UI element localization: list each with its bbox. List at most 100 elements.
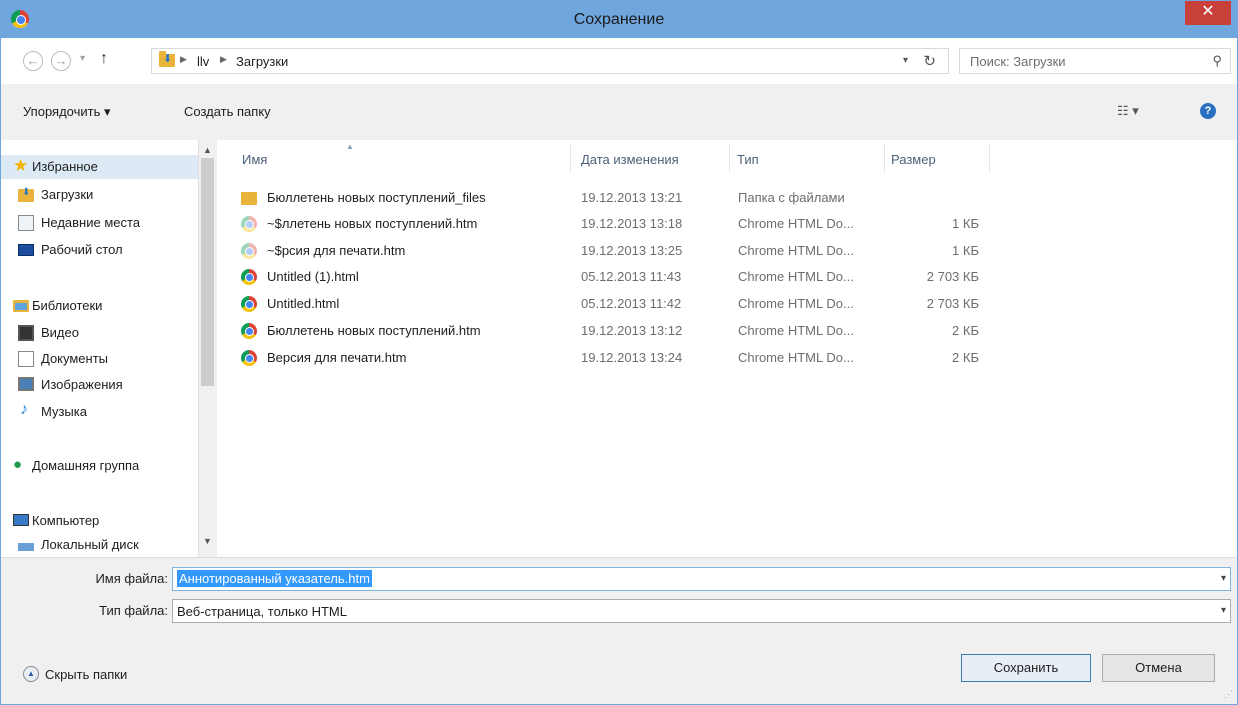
chrome-icon — [241, 296, 257, 312]
nav-item-video[interactable]: Видео — [1, 321, 198, 345]
file-type: Папка с файлами — [738, 190, 845, 205]
nav-item-favorites[interactable]: ★ Избранное — [1, 155, 198, 179]
view-options-icon[interactable]: ☷ ▾ — [1117, 103, 1139, 119]
navigation-scrollbar[interactable]: ▲ ▼ — [198, 140, 216, 557]
file-date: 19.12.2013 13:21 — [581, 190, 683, 205]
breadcrumb-item-downloads[interactable]: Загрузки — [236, 54, 288, 69]
file-list: ▲ Имя Дата изменения Тип Размер Бюллетен… — [217, 140, 1237, 557]
resize-grip-icon[interactable]: ⋰ — [1224, 689, 1233, 700]
file-size: 2 703 КБ — [926, 269, 979, 284]
column-header-type[interactable]: Тип — [737, 152, 759, 167]
cancel-button[interactable]: Отмена — [1102, 654, 1215, 682]
column-divider[interactable] — [729, 144, 730, 172]
nav-item-label: Избранное — [32, 159, 98, 174]
file-type: Chrome HTML Do... — [738, 243, 854, 258]
new-folder-button[interactable]: Создать папку — [184, 104, 271, 119]
save-options-panel: Имя файла: Аннотированный указатель.htm … — [1, 557, 1237, 704]
file-name: Версия для печати.htm — [267, 350, 407, 365]
save-button[interactable]: Сохранить — [961, 654, 1091, 682]
file-name: ~$ллетень новых поступлений.htm — [267, 216, 478, 231]
nav-item-pictures[interactable]: Изображения — [1, 373, 198, 397]
hide-folders-label[interactable]: Скрыть папки — [45, 667, 127, 682]
filetype-label: Тип файла: — [99, 603, 168, 618]
table-row[interactable]: ~$ллетень новых поступлений.htm 19.12.20… — [239, 212, 999, 236]
table-row[interactable]: Untitled.html 05.12.2013 11:42 Chrome HT… — [239, 292, 999, 316]
table-row[interactable]: ~$рсия для печати.htm 19.12.2013 13:25 C… — [239, 239, 999, 263]
nav-item-label: Недавние места — [41, 215, 141, 230]
nav-item-computer[interactable]: Компьютер — [1, 509, 198, 533]
file-name: Untitled.html — [267, 296, 340, 311]
back-button[interactable]: ← — [23, 51, 43, 71]
filename-label: Имя файла: — [95, 571, 168, 586]
column-divider[interactable] — [884, 144, 885, 172]
local-disk-icon — [18, 543, 34, 551]
documents-icon — [18, 351, 34, 367]
breadcrumb-separator-icon: ▶ — [180, 54, 187, 64]
nav-item-documents[interactable]: Документы — [1, 347, 198, 371]
file-date: 19.12.2013 13:18 — [581, 216, 683, 231]
table-row[interactable]: Untitled (1).html 05.12.2013 11:43 Chrom… — [239, 265, 999, 289]
table-row[interactable]: Версия для печати.htm 19.12.2013 13:24 C… — [239, 346, 999, 370]
search-input[interactable] — [960, 49, 1200, 73]
chevron-down-icon[interactable]: ▾ — [1221, 573, 1226, 584]
nav-item-libraries[interactable]: Библиотеки — [1, 294, 198, 318]
close-button[interactable]: ✕ — [1185, 1, 1231, 25]
breadcrumb-item-user[interactable]: llv — [197, 54, 209, 69]
file-date: 19.12.2013 13:12 — [581, 323, 683, 338]
nav-item-label: Видео — [41, 325, 79, 340]
organize-button[interactable]: Упорядочить ▾ — [23, 104, 111, 120]
filetype-value: Веб-страница, только HTML — [177, 604, 347, 619]
chrome-icon — [241, 350, 257, 366]
downloads-folder-icon — [159, 51, 175, 67]
file-name: Бюллетень новых поступлений_files — [267, 190, 486, 205]
address-bar: ← → ▾ ↑ ▶ llv ▶ Загрузки ▾ ↻ ⚲ — [1, 38, 1237, 84]
breadcrumb[interactable]: ▶ llv ▶ Загрузки ▾ ↻ — [151, 48, 949, 74]
table-row[interactable]: Бюллетень новых поступлений_files 19.12.… — [239, 186, 999, 210]
recent-locations-chevron-icon[interactable]: ▾ — [80, 53, 85, 64]
refresh-icon[interactable]: ↻ — [923, 52, 936, 70]
chrome-icon — [241, 216, 257, 232]
nav-item-downloads[interactable]: Загрузки — [1, 183, 198, 207]
save-dialog: Сохранение ✕ ← → ▾ ↑ ▶ llv ▶ Загрузки ▾ … — [0, 0, 1238, 705]
scroll-down-icon[interactable]: ▼ — [203, 536, 212, 546]
dialog-title: Сохранение — [573, 11, 665, 28]
file-date: 19.12.2013 13:25 — [581, 243, 683, 258]
chevron-down-icon[interactable]: ▾ — [1221, 605, 1226, 616]
nav-item-label: Документы — [41, 351, 109, 366]
path-dropdown-chevron-icon[interactable]: ▾ — [903, 55, 908, 66]
file-type: Chrome HTML Do... — [738, 323, 854, 338]
up-arrow-icon[interactable]: ↑ — [100, 50, 108, 68]
file-type: Chrome HTML Do... — [738, 216, 854, 231]
column-header-date[interactable]: Дата изменения — [581, 152, 679, 167]
file-type: Chrome HTML Do... — [738, 350, 854, 365]
search-box[interactable]: ⚲ — [959, 48, 1231, 74]
file-date: 19.12.2013 13:24 — [581, 350, 683, 365]
pictures-icon — [18, 377, 34, 391]
table-row[interactable]: Бюллетень новых поступлений.htm 19.12.20… — [239, 319, 999, 343]
filename-value[interactable]: Аннотированный указатель.htm — [177, 570, 372, 587]
column-header-name[interactable]: Имя — [242, 152, 267, 167]
forward-button[interactable]: → — [51, 51, 71, 71]
filename-field[interactable]: Аннотированный указатель.htm ▾ — [172, 567, 1231, 591]
collapse-up-icon[interactable]: ▲ — [23, 666, 39, 682]
scroll-up-icon[interactable]: ▲ — [203, 145, 212, 155]
nav-item-recent-places[interactable]: Недавние места — [1, 211, 198, 235]
column-header-size[interactable]: Размер — [891, 152, 936, 167]
recent-places-icon — [18, 215, 34, 231]
nav-item-homegroup[interactable]: ● Домашняя группа — [1, 454, 198, 478]
help-icon[interactable]: ? — [1200, 103, 1216, 119]
filetype-select[interactable]: Веб-страница, только HTML ▾ — [172, 599, 1231, 623]
scrollbar-thumb[interactable] — [201, 158, 214, 386]
column-divider[interactable] — [570, 144, 571, 172]
file-type: Chrome HTML Do... — [738, 269, 854, 284]
nav-item-music[interactable]: ♪ Музыка — [1, 400, 198, 424]
homegroup-icon: ● — [13, 456, 23, 473]
chrome-icon — [241, 269, 257, 285]
file-size: 1 КБ — [952, 243, 979, 258]
file-size: 2 КБ — [952, 323, 979, 338]
search-icon[interactable]: ⚲ — [1212, 53, 1222, 69]
nav-item-desktop[interactable]: Рабочий стол — [1, 238, 198, 262]
nav-item-local-disk[interactable]: Локальный диск — [1, 533, 198, 557]
column-divider[interactable] — [989, 144, 990, 172]
video-icon — [18, 325, 34, 341]
